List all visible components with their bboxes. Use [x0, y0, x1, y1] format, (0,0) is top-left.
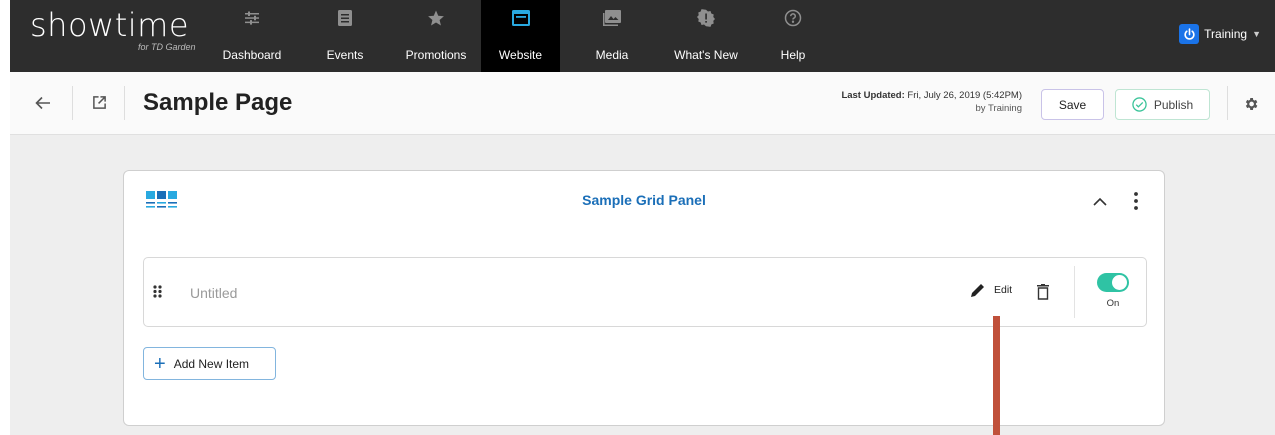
nav-label: What's New — [674, 48, 738, 62]
whats-new-icon — [696, 8, 716, 28]
delete-button[interactable] — [1034, 281, 1052, 303]
arrow-left-icon — [35, 96, 50, 110]
website-icon — [511, 8, 531, 28]
add-new-item-button[interactable]: + Add New Item — [143, 347, 276, 380]
nav-label: Dashboard — [222, 48, 282, 62]
star-icon — [426, 8, 446, 28]
publish-button[interactable]: Publish — [1115, 89, 1210, 120]
annotation-line — [993, 316, 1000, 435]
open-external-icon — [92, 95, 106, 109]
nav-events[interactable]: Events — [315, 0, 375, 72]
logo[interactable]: showtime for TD Garden — [30, 6, 196, 52]
events-icon — [335, 8, 355, 28]
drag-handle-icon[interactable] — [153, 285, 162, 303]
nav-label: Website — [498, 48, 543, 62]
nav-help[interactable]: Help — [773, 0, 813, 72]
chevron-down-icon: ▼ — [1252, 29, 1261, 39]
top-nav: showtime for TD Garden Dashboard Events — [10, 0, 1275, 72]
user-name: Training — [1204, 27, 1248, 41]
sliders-icon — [242, 8, 262, 28]
divider — [1227, 86, 1228, 120]
logo-subtitle: for TD Garden — [138, 42, 196, 52]
power-icon — [1179, 24, 1200, 44]
panel-title: Sample Grid Panel — [582, 192, 706, 208]
enabled-toggle[interactable] — [1097, 273, 1129, 292]
edit-button[interactable]: Edit — [970, 282, 1012, 298]
more-options-button[interactable] — [1126, 191, 1146, 211]
updated-by: by Training — [975, 103, 1022, 114]
user-menu[interactable]: Training ▼ — [1179, 24, 1261, 44]
nav-dashboard[interactable]: Dashboard — [207, 0, 297, 72]
nav-media[interactable]: Media — [587, 0, 637, 72]
app-window: showtime for TD Garden Dashboard Events — [10, 0, 1275, 435]
check-circle-icon — [1132, 97, 1147, 112]
toggle-label: On — [1106, 298, 1120, 309]
settings-button[interactable] — [1241, 94, 1261, 114]
nav-label: Promotions — [405, 48, 467, 62]
media-icon — [602, 8, 622, 28]
add-label: Add New Item — [173, 356, 250, 371]
nav-label: Help — [780, 48, 806, 62]
nav-website[interactable]: Website — [481, 0, 560, 72]
item-name: Untitled — [190, 285, 238, 301]
plus-icon: + — [154, 352, 166, 375]
nav-whats-new[interactable]: What's New — [666, 0, 746, 72]
back-button[interactable] — [32, 92, 54, 114]
chevron-up-icon — [1093, 197, 1107, 206]
page-header: Sample Page Last Updated: Fri, July 26, … — [10, 72, 1275, 135]
more-vertical-icon — [1134, 192, 1138, 210]
divider — [1074, 266, 1075, 318]
nav-label: Media — [595, 48, 629, 62]
publish-label: Publish — [1153, 97, 1194, 112]
trash-icon — [1037, 284, 1049, 300]
open-external-button[interactable] — [89, 92, 109, 112]
edit-label: Edit — [994, 284, 1013, 296]
collapse-button[interactable] — [1090, 191, 1110, 211]
nav-promotions[interactable]: Promotions — [396, 0, 476, 72]
save-button[interactable]: Save — [1041, 89, 1104, 120]
pencil-icon — [971, 284, 984, 297]
gear-icon — [1245, 98, 1258, 110]
page-title: Sample Page — [143, 89, 293, 116]
help-icon — [783, 8, 803, 28]
last-updated-label: Last Updated: — [841, 90, 905, 101]
toggle-knob — [1112, 275, 1127, 290]
last-updated: Last Updated: Fri, July 26, 2019 (5:42PM… — [841, 89, 1022, 115]
divider — [72, 86, 73, 120]
divider — [124, 86, 125, 120]
logo-text: showtime — [30, 6, 189, 44]
nav-label: Events — [326, 48, 364, 62]
grid-panel: Sample Grid Panel Untitled Edit On + Add… — [123, 170, 1165, 426]
last-updated-value: Fri, July 26, 2019 (5:42PM) — [907, 90, 1022, 101]
